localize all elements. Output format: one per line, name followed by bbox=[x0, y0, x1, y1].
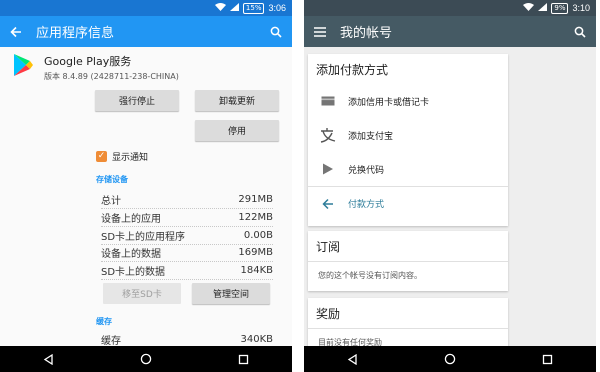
triangle-back-icon bbox=[43, 353, 53, 365]
recents-square-icon bbox=[542, 354, 553, 364]
search-icon bbox=[574, 26, 586, 38]
payment-methods-card: 添加付款方式 添加信用卡或借记卡 添加支付宝 兑换代码 付款方式 bbox=[308, 54, 508, 226]
app-bar: 我的帐号 bbox=[304, 16, 596, 47]
app-version: 版本 8.4.89 (2428711-238-CHINA) bbox=[44, 71, 179, 81]
arrow-back-icon bbox=[308, 198, 348, 210]
page-title: 我的帐号 bbox=[340, 26, 393, 41]
search-button[interactable] bbox=[260, 16, 292, 47]
nav-recents-button[interactable] bbox=[542, 350, 553, 369]
move-to-sd-button[interactable]: 移至SD卡 bbox=[103, 283, 181, 304]
cache-section-title: 缓存 bbox=[96, 317, 112, 326]
play-icon bbox=[308, 163, 348, 175]
app-header: Google Play服务 版本 8.4.89 (2428711-238-CHI… bbox=[0, 47, 292, 87]
storage-row-device-data: 设备上的数据 169MB bbox=[101, 244, 273, 262]
my-account-screen: 9% 3:10 我的帐号 添加付款方式 添加信用卡或借记卡 添加支付宝 兑换代码… bbox=[304, 0, 596, 372]
nav-back-button[interactable] bbox=[347, 350, 358, 369]
arrow-back-icon bbox=[10, 26, 21, 37]
subscriptions-header: 订阅 bbox=[316, 239, 341, 254]
nav-home-button[interactable] bbox=[444, 350, 456, 369]
payment-methods-item[interactable]: 付款方式 bbox=[308, 186, 508, 220]
recents-square-icon bbox=[238, 354, 249, 364]
back-button[interactable] bbox=[0, 16, 32, 47]
status-bar: 9% 3:10 bbox=[304, 0, 596, 16]
rewards-header: 奖励 bbox=[316, 306, 341, 321]
storage-row-sd-data: SD卡上的数据 184KB bbox=[101, 262, 273, 280]
disable-button[interactable]: 停用 bbox=[195, 120, 279, 141]
page-title: 应用程序信息 bbox=[36, 26, 115, 41]
google-play-services-icon bbox=[12, 53, 34, 81]
app-bar: 应用程序信息 bbox=[0, 16, 292, 47]
add-credit-card-item[interactable]: 添加信用卡或借记卡 bbox=[308, 84, 508, 118]
signal-icon bbox=[229, 3, 239, 13]
subscriptions-card: 订阅 您的这个帐号没有订阅内容。 bbox=[308, 231, 508, 291]
rewards-empty-note: 目前没有任何奖励 bbox=[308, 328, 508, 348]
subscriptions-empty-note: 您的这个帐号没有订阅内容。 bbox=[308, 261, 508, 281]
hamburger-menu-icon bbox=[314, 26, 326, 37]
add-alipay-item[interactable]: 添加支付宝 bbox=[308, 118, 508, 152]
battery-indicator: 9% bbox=[551, 2, 569, 14]
alipay-icon bbox=[308, 127, 348, 143]
search-button[interactable] bbox=[564, 16, 596, 47]
app-name: Google Play服务 bbox=[44, 54, 132, 68]
app-info-screen: 15% 3:06 应用程序信息 Google Play服务 版本 8.4.89 … bbox=[0, 0, 292, 372]
manage-space-button[interactable]: 管理空间 bbox=[192, 283, 270, 304]
wifi-icon bbox=[214, 3, 226, 13]
navigation-bar bbox=[304, 346, 596, 372]
clock: 3:10 bbox=[572, 3, 590, 13]
show-notifications-label: 显示通知 bbox=[112, 153, 149, 163]
payment-methods-header: 添加付款方式 bbox=[316, 62, 389, 77]
battery-indicator: 15% bbox=[242, 2, 265, 14]
home-circle-icon bbox=[444, 353, 456, 364]
nav-recents-button[interactable] bbox=[238, 350, 249, 369]
show-notifications-row[interactable]: ✓ 显示通知 bbox=[96, 150, 148, 163]
redeem-code-item[interactable]: 兑换代码 bbox=[308, 152, 508, 186]
storage-row-total: 总计 291MB bbox=[101, 191, 273, 209]
show-notifications-checkbox[interactable]: ✓ bbox=[96, 151, 107, 162]
status-bar: 15% 3:06 bbox=[0, 0, 292, 16]
search-icon bbox=[270, 26, 282, 38]
clock: 3:06 bbox=[268, 3, 286, 13]
storage-row-device-app: 设备上的应用 122MB bbox=[101, 209, 273, 227]
force-stop-button[interactable]: 强行停止 bbox=[95, 90, 179, 111]
nav-home-button[interactable] bbox=[140, 350, 152, 369]
signal-icon bbox=[538, 3, 548, 13]
menu-button[interactable] bbox=[304, 16, 336, 47]
wifi-icon bbox=[523, 3, 535, 13]
navigation-bar bbox=[0, 346, 292, 372]
storage-row-sd-app: SD卡上的应用程序 0.00B bbox=[101, 227, 273, 245]
triangle-back-icon bbox=[347, 353, 357, 365]
home-circle-icon bbox=[140, 353, 152, 364]
nav-back-button[interactable] bbox=[43, 350, 54, 369]
credit-card-icon bbox=[308, 96, 348, 106]
storage-section-title: 存储设备 bbox=[96, 175, 128, 184]
uninstall-updates-button[interactable]: 卸载更新 bbox=[195, 90, 279, 111]
